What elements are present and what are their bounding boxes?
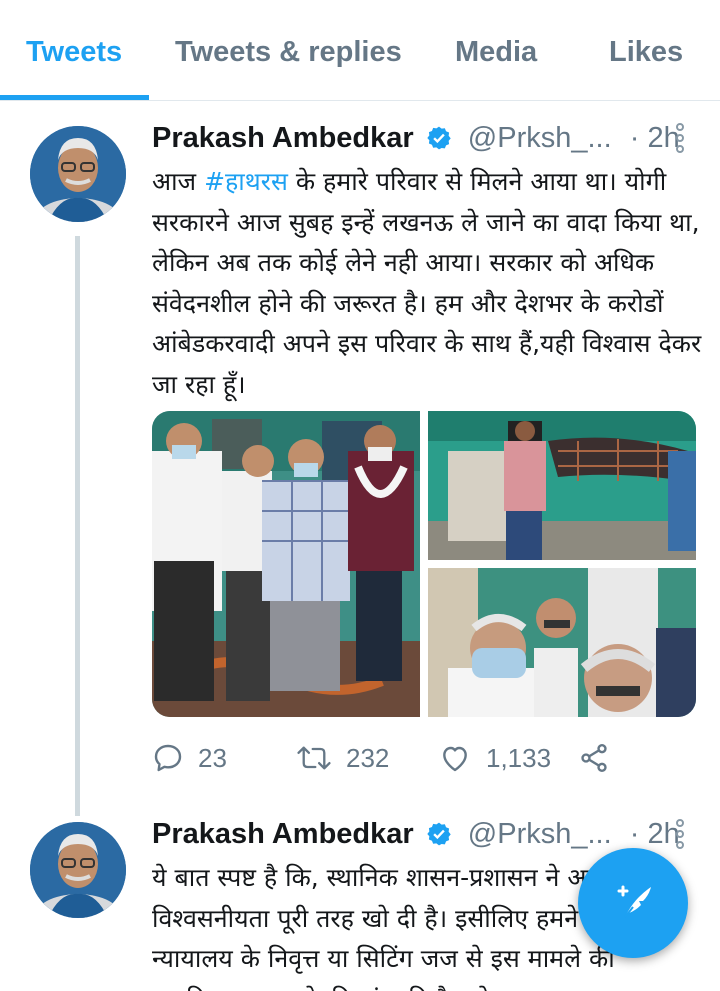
avatar[interactable] bbox=[30, 822, 126, 918]
verified-badge-icon bbox=[426, 125, 452, 159]
retweet-icon bbox=[296, 742, 332, 774]
active-tab-indicator bbox=[0, 95, 149, 100]
compose-tweet-icon bbox=[609, 877, 657, 929]
thread-connector-line bbox=[75, 236, 80, 816]
tab-media[interactable]: Media bbox=[455, 36, 537, 69]
tweet-text-start: आज bbox=[152, 167, 205, 196]
tweet-media-grid bbox=[152, 411, 696, 717]
hashtag-link[interactable]: #हाथरस bbox=[204, 167, 288, 196]
verified-badge-icon bbox=[426, 821, 452, 855]
more-vertical-icon[interactable] bbox=[674, 122, 686, 158]
photo-group-visit[interactable] bbox=[152, 411, 420, 717]
tab-likes[interactable]: Likes bbox=[609, 36, 683, 69]
heart-icon bbox=[438, 742, 472, 774]
tweet-text-rest: के हमारे परिवार से मिलने आया था। योगी सर… bbox=[152, 167, 710, 399]
reply-button[interactable]: 23 bbox=[152, 738, 227, 778]
author-handle[interactable]: @Prksh_... bbox=[468, 818, 612, 850]
reply-icon bbox=[152, 742, 184, 774]
more-vertical-icon[interactable] bbox=[674, 818, 686, 854]
share-icon bbox=[578, 742, 610, 774]
avatar[interactable] bbox=[30, 126, 126, 222]
tweet-time[interactable]: · 2h bbox=[630, 818, 680, 850]
author-name[interactable]: Prakash Ambedkar bbox=[152, 122, 414, 154]
reply-count: 23 bbox=[198, 742, 227, 773]
share-button[interactable] bbox=[578, 738, 610, 778]
photo-camera-crew[interactable] bbox=[428, 411, 696, 560]
photo-masked-men[interactable] bbox=[428, 568, 696, 717]
compose-tweet-button[interactable] bbox=[578, 848, 688, 958]
tweet-time[interactable]: · 2h bbox=[630, 122, 680, 154]
tweet-header: Prakash Ambedkar @Prksh_... · 2h bbox=[152, 122, 680, 159]
like-button[interactable]: 1,133 bbox=[438, 738, 551, 778]
retweet-button[interactable]: 232 bbox=[296, 738, 389, 778]
author-name[interactable]: Prakash Ambedkar bbox=[152, 818, 414, 850]
profile-tabs: Tweets Tweets & replies Media Likes bbox=[0, 0, 720, 101]
retweet-count: 232 bbox=[346, 742, 390, 773]
tweet-text: आज #हाथरस के हमारे परिवार से मिलने आया थ… bbox=[152, 162, 712, 405]
author-handle[interactable]: @Prksh_... bbox=[468, 122, 612, 154]
tab-tweets[interactable]: Tweets bbox=[26, 36, 122, 69]
like-count: 1,133 bbox=[486, 742, 552, 773]
tweet-header: Prakash Ambedkar @Prksh_... · 2h bbox=[152, 818, 680, 855]
tweet-actions: 23 232 1,133 bbox=[152, 738, 632, 778]
tab-tweets-and-replies[interactable]: Tweets & replies bbox=[175, 36, 402, 69]
